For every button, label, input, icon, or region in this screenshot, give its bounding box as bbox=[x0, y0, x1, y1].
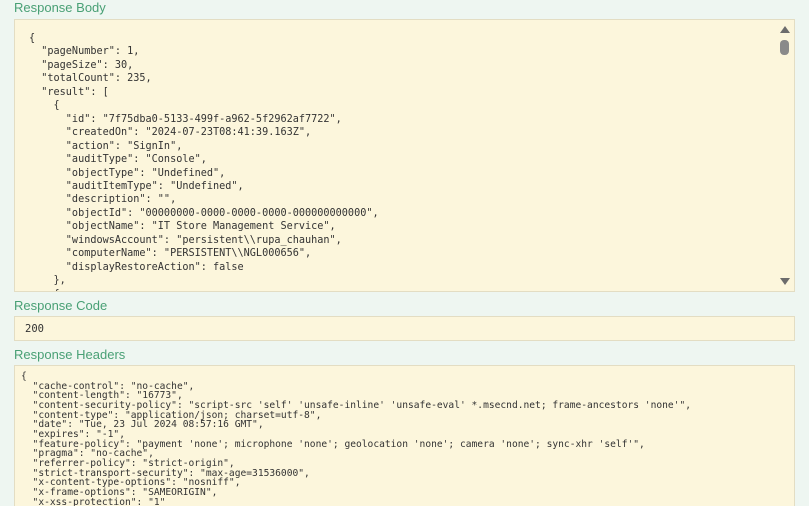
response-code-value: 200 bbox=[25, 323, 44, 335]
response-body-code: { "pageNumber": 1, "pageSize": 30, "tota… bbox=[29, 32, 379, 291]
code-line: "x-xss-protection": "1" bbox=[21, 496, 166, 506]
code-line: "auditItemType": "Undefined", bbox=[29, 180, 244, 192]
scrollbar-thumb[interactable] bbox=[780, 40, 789, 55]
code-line: "auditType": "Console", bbox=[29, 154, 207, 166]
scroll-up-arrow-icon[interactable] bbox=[780, 26, 790, 33]
code-line: "pageSize": 30, bbox=[29, 59, 134, 71]
code-line: "result": [ bbox=[29, 86, 109, 98]
code-line: }, bbox=[29, 275, 66, 287]
response-body-scrollbar[interactable] bbox=[776, 20, 794, 291]
code-line: "id": "7f75dba0-5133-499f-a962-5f2962af7… bbox=[29, 113, 342, 125]
code-line: { bbox=[29, 288, 379, 291]
code-line: "createdOn": "2024-07-23T08:41:39.163Z", bbox=[29, 127, 312, 139]
code-line: "description": "", bbox=[29, 194, 177, 206]
code-line: "windowsAccount": "persistent\\rupa_chau… bbox=[29, 234, 342, 246]
response-body-title: Response Body bbox=[14, 0, 106, 15]
response-headers-code: { "cache-control": "no-cache", "content-… bbox=[21, 372, 691, 506]
code-line: "objectType": "Undefined", bbox=[29, 167, 226, 179]
code-line: "objectId": "00000000-0000-0000-0000-000… bbox=[29, 207, 379, 219]
code-line: "totalCount": 235, bbox=[29, 73, 152, 85]
scroll-down-arrow-icon[interactable] bbox=[780, 278, 790, 285]
response-body-panel[interactable]: { "pageNumber": 1, "pageSize": 30, "tota… bbox=[14, 19, 795, 292]
response-code-panel: 200 bbox=[14, 316, 795, 341]
code-line: "objectName": "IT Store Management Servi… bbox=[29, 221, 336, 233]
code-line: { bbox=[29, 33, 36, 44]
response-code-title: Response Code bbox=[14, 298, 108, 313]
response-headers-panel: { "cache-control": "no-cache", "content-… bbox=[14, 365, 795, 506]
code-line: { bbox=[29, 100, 60, 112]
code-line: "displayRestoreAction": false bbox=[29, 261, 244, 273]
code-line: "computerName": "PERSISTENT\\NGL000656", bbox=[29, 248, 312, 260]
response-headers-title: Response Headers bbox=[14, 347, 126, 362]
code-line: "action": "SignIn", bbox=[29, 140, 183, 152]
code-line: "pageNumber": 1, bbox=[29, 46, 140, 58]
